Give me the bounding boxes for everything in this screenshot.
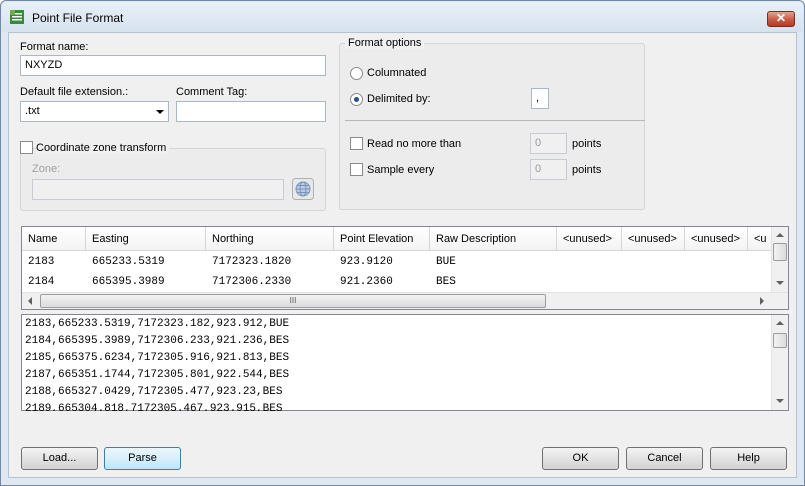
table-row[interactable]: 2183 665233.5319 7172323.1820 923.9120 B… (22, 252, 772, 272)
raw-text-preview[interactable]: 2183,665233.5319,7172323.182,923.912,BUE… (21, 314, 789, 411)
raw-line: 2187,665351.1744,7172305.801,922.544,BES (25, 369, 290, 381)
raw-line: 2188,665327.0429,7172305.477,923.23,BES (25, 386, 283, 398)
app-icon (10, 10, 24, 24)
arrow-right-icon[interactable] (760, 297, 764, 305)
sample-every-unit: points (572, 164, 602, 176)
delimiter-input[interactable]: , (531, 88, 549, 109)
arrow-left-icon[interactable] (28, 297, 32, 305)
delimited-radio[interactable] (350, 93, 363, 106)
columnated-radio[interactable] (350, 67, 363, 80)
sample-every-input[interactable]: 0 (530, 159, 567, 180)
zone-input[interactable] (32, 179, 284, 200)
column-header[interactable]: Easting (86, 227, 206, 250)
close-icon: ✕ (775, 11, 787, 25)
scroll-grip: III (289, 296, 297, 305)
raw-line: 2183,665233.5319,7172323.182,923.912,BUE (25, 318, 290, 330)
table-cell: 665395.3989 (92, 276, 165, 288)
columnated-label: Columnated (367, 67, 427, 79)
close-button[interactable]: ✕ (767, 11, 795, 27)
coordinate-zone-label: Coordinate zone transform (36, 142, 170, 154)
globe-icon[interactable] (292, 178, 314, 200)
point-file-format-dialog: Point File Format ✕ Format name: NXYZD D… (0, 0, 805, 486)
help-button[interactable]: Help (710, 447, 787, 470)
column-header[interactable]: <unused> (557, 227, 622, 250)
table-cell: 665233.5319 (92, 256, 165, 268)
window-title: Point File Format (32, 11, 124, 25)
file-extension-value: .txt (25, 105, 40, 117)
scroll-thumb[interactable]: III (40, 294, 546, 308)
column-header[interactable]: Name (22, 227, 86, 250)
arrow-down-icon[interactable] (776, 281, 784, 285)
chevron-down-icon (156, 110, 164, 114)
column-header[interactable]: Point Elevation (334, 227, 430, 250)
table-cell: BES (436, 276, 456, 288)
format-options-title: Format options (345, 37, 425, 49)
table-cell: 7172306.2330 (212, 276, 292, 288)
format-name-input[interactable]: NXYZD (20, 55, 326, 76)
format-name-label: Format name: (20, 41, 89, 53)
sample-every-checkbox[interactable] (350, 163, 363, 176)
read-no-more-unit: points (572, 138, 602, 150)
file-extension-label: Default file extension.: (20, 86, 129, 98)
read-no-more-input[interactable]: 0 (530, 133, 567, 154)
comment-tag-input[interactable] (176, 101, 326, 122)
column-header[interactable]: Raw Description (430, 227, 557, 250)
options-divider (345, 120, 645, 121)
ok-button[interactable]: OK (542, 447, 619, 470)
column-header[interactable]: <unused> (622, 227, 685, 250)
column-header[interactable]: <unused> (685, 227, 748, 250)
table-horizontal-scrollbar[interactable]: III (22, 292, 788, 309)
sample-every-label: Sample every (367, 164, 435, 176)
zone-label: Zone: (32, 163, 61, 175)
dialog-client-area: Format name: NXYZD Default file extensio… (8, 32, 797, 478)
raw-line: 2185,665375.6234,7172305.916,921.813,BES (25, 352, 290, 364)
cancel-button[interactable]: Cancel (626, 447, 703, 470)
raw-text-vertical-scrollbar[interactable] (771, 315, 788, 410)
title-bar: Point File Format ✕ (2, 2, 803, 32)
delimited-label: Delimited by: (367, 93, 431, 105)
table-cell: 7172323.1820 (212, 256, 292, 268)
load-button[interactable]: Load... (21, 447, 98, 470)
columns-table: Name Easting Northing Point Elevation Ra… (21, 226, 789, 310)
column-header[interactable]: <u (748, 227, 772, 250)
table-vertical-scrollbar[interactable] (771, 227, 788, 292)
raw-line: 2189,665304.818,7172305.467,923.915,BES (25, 403, 283, 411)
table-cell: BUE (436, 256, 456, 268)
table-row[interactable]: 2184 665395.3989 7172306.2330 921.2360 B… (22, 272, 772, 292)
arrow-up-icon[interactable] (776, 321, 784, 325)
parse-button[interactable]: Parse (104, 447, 181, 470)
scroll-thumb[interactable] (773, 333, 787, 348)
arrow-up-icon[interactable] (776, 233, 784, 237)
table-cell: 923.9120 (340, 256, 393, 268)
table-cell: 2183 (28, 256, 55, 268)
comment-tag-label: Comment Tag: (176, 86, 248, 98)
table-cell: 921.2360 (340, 276, 393, 288)
raw-line: 2184,665395.3989,7172306.233,921.236,BES (25, 335, 290, 347)
table-header: Name Easting Northing Point Elevation Ra… (22, 227, 772, 251)
read-no-more-checkbox[interactable] (350, 137, 363, 150)
arrow-down-icon[interactable] (776, 399, 784, 403)
column-header[interactable]: Northing (206, 227, 334, 250)
table-cell: 2184 (28, 276, 55, 288)
file-extension-select[interactable]: .txt (20, 101, 169, 122)
read-no-more-label: Read no more than (367, 138, 462, 150)
scroll-thumb[interactable] (773, 243, 787, 261)
coordinate-zone-checkbox[interactable] (20, 141, 33, 154)
